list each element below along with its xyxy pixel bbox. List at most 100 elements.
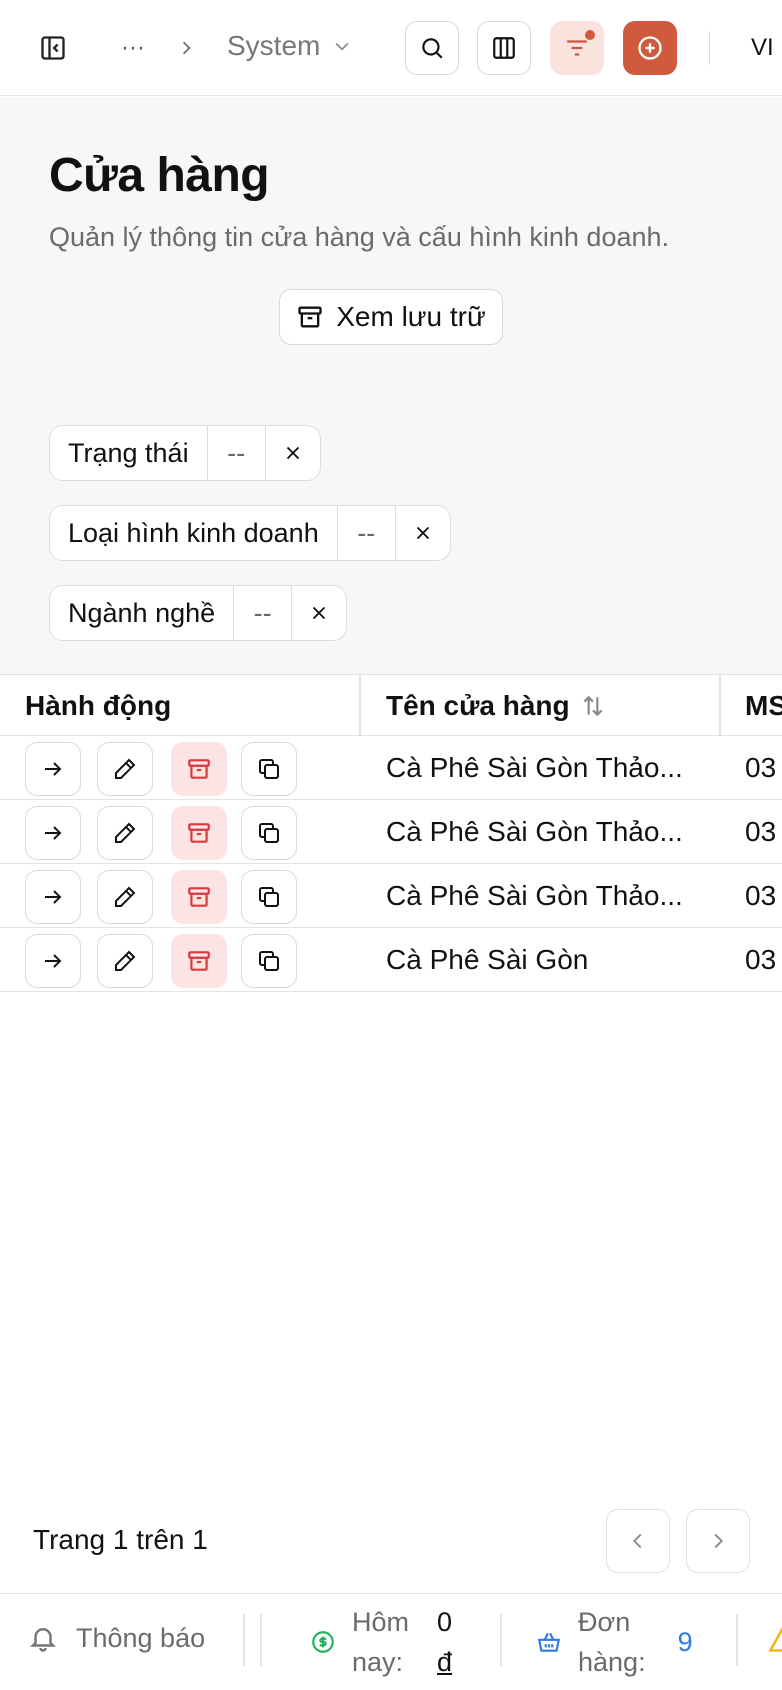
- bottombar-divider: [243, 1614, 245, 1666]
- filter-status-value[interactable]: --: [208, 426, 266, 480]
- open-button[interactable]: [25, 742, 81, 796]
- today-label-line1: Hôm: [352, 1607, 410, 1637]
- bottombar-divider: [736, 1614, 738, 1666]
- copy-icon: [259, 823, 279, 843]
- column-header-ms: MS: [745, 690, 782, 721]
- bottombar-divider: [500, 1614, 502, 1666]
- filter-business-type-label: Loại hình kinh doanh: [50, 506, 338, 560]
- open-button[interactable]: [25, 870, 81, 924]
- store-name-cell[interactable]: Cà Phê Sài Gòn Thảo...: [386, 736, 706, 800]
- today-value: 0 đ: [437, 1602, 452, 1682]
- previous-page-button[interactable]: [606, 1509, 670, 1573]
- orders-label: Đơn hàng:: [578, 1602, 646, 1682]
- view-archive-label: Xem lưu trữ: [336, 301, 486, 332]
- filter-status-label: Trạng thái: [50, 426, 208, 480]
- copy-icon: [259, 887, 279, 907]
- table-header: Hành động Tên cửa hàng MS: [0, 674, 782, 736]
- warning-icon: [768, 1627, 782, 1652]
- warning-status[interactable]: [768, 1626, 782, 1654]
- column-header-actions: Hành động: [25, 690, 172, 721]
- table-row: Cà Phê Sài Gòn Thảo... 03: [0, 800, 782, 864]
- today-value-amount: 0: [437, 1607, 453, 1637]
- filter-button[interactable]: [550, 21, 604, 75]
- arrow-right-icon: [45, 890, 62, 904]
- view-archive-button[interactable]: Xem lưu trữ: [279, 289, 503, 345]
- filter-industry-value[interactable]: --: [234, 586, 293, 640]
- archive-icon: [188, 759, 210, 779]
- filter-status-clear[interactable]: [266, 426, 320, 480]
- archive-icon: [298, 306, 322, 328]
- orders-label-line2: hàng:: [578, 1647, 646, 1677]
- sidebar-toggle-icon: [41, 36, 65, 60]
- chevron-right-icon: [714, 1533, 723, 1549]
- archive-row-button[interactable]: [171, 870, 227, 924]
- arrow-right-icon: [45, 954, 62, 968]
- filter-industry[interactable]: Ngành nghề --: [49, 585, 348, 641]
- archive-row-button[interactable]: [171, 806, 227, 860]
- arrow-right-icon: [45, 826, 62, 840]
- today-label: Hôm nay:: [352, 1602, 409, 1682]
- filter-status[interactable]: Trạng thái --: [49, 425, 321, 481]
- store-name-cell[interactable]: Cà Phê Sài Gòn: [386, 928, 706, 992]
- archive-icon: [188, 823, 210, 843]
- duplicate-button[interactable]: [241, 806, 297, 860]
- chevron-down-icon: [335, 42, 349, 51]
- archive-row-button[interactable]: [171, 934, 227, 988]
- bottombar-divider: [260, 1614, 262, 1666]
- filter-business-type-clear[interactable]: [396, 506, 450, 560]
- bottom-status-bar: Thông báo Hôm nay: 0 đ Đơn hàng: 9: [0, 1593, 782, 1690]
- edit-button[interactable]: [97, 806, 153, 860]
- today-value-currency: đ: [437, 1647, 453, 1677]
- filter-industry-label: Ngành nghề: [50, 586, 235, 640]
- close-icon: [312, 606, 326, 620]
- edit-button[interactable]: [97, 934, 153, 988]
- breadcrumb-more-button[interactable]: ···: [113, 28, 153, 68]
- duplicate-button[interactable]: [241, 934, 297, 988]
- today-label-line2: nay:: [352, 1647, 404, 1677]
- sort-icon: [583, 695, 603, 717]
- search-button[interactable]: [405, 21, 459, 75]
- column-header-store-name-label: Tên cửa hàng: [386, 690, 570, 721]
- ms-cell: 03: [745, 816, 777, 847]
- filter-business-type[interactable]: Loại hình kinh doanh --: [49, 505, 451, 561]
- edit-button[interactable]: [97, 870, 153, 924]
- ms-cell: 03: [745, 752, 777, 783]
- breadcrumb-current: System: [227, 30, 321, 61]
- basket-icon: [537, 1632, 561, 1652]
- page-title: Cửa hàng: [49, 149, 270, 202]
- pencil-icon: [115, 758, 136, 779]
- notifications-button[interactable]: Thông báo: [28, 1618, 205, 1658]
- pencil-icon: [115, 886, 136, 907]
- dollar-circle-icon: [312, 1631, 334, 1653]
- pagination-text: Trang 1 trên 1: [33, 1524, 208, 1555]
- ms-cell: 03: [745, 880, 777, 911]
- open-button[interactable]: [25, 934, 81, 988]
- open-button[interactable]: [25, 806, 81, 860]
- duplicate-button[interactable]: [241, 870, 297, 924]
- close-icon: [416, 526, 429, 540]
- orders-value: 9: [677, 1627, 693, 1657]
- add-store-button[interactable]: [623, 21, 677, 75]
- ms-cell: 03: [745, 944, 777, 975]
- columns-icon: [493, 37, 515, 59]
- filter-business-type-value[interactable]: --: [338, 506, 396, 560]
- topbar-divider: [709, 31, 710, 65]
- archive-row-button[interactable]: [171, 742, 227, 796]
- duplicate-button[interactable]: [241, 742, 297, 796]
- filter-active-dot: [585, 30, 595, 40]
- next-page-button[interactable]: [686, 1509, 750, 1573]
- store-name-cell[interactable]: Cà Phê Sài Gòn Thảo...: [386, 864, 706, 928]
- language-switcher[interactable]: VI: [751, 34, 774, 62]
- sidebar-toggle-button[interactable]: [33, 28, 73, 68]
- breadcrumb-chevron-right-icon: [166, 28, 206, 68]
- columns-button[interactable]: [477, 21, 531, 75]
- pencil-icon: [115, 822, 136, 843]
- store-name-cell[interactable]: Cà Phê Sài Gòn Thảo...: [386, 800, 706, 864]
- column-header-store-name[interactable]: Tên cửa hàng: [386, 675, 606, 737]
- search-icon: [422, 38, 443, 59]
- edit-button[interactable]: [97, 742, 153, 796]
- breadcrumb-system-dropdown[interactable]: System: [227, 30, 352, 62]
- chevron-left-icon: [633, 1533, 642, 1549]
- orders-count[interactable]: Đơn hàng: 9: [536, 1602, 693, 1682]
- filter-industry-clear[interactable]: [292, 586, 346, 640]
